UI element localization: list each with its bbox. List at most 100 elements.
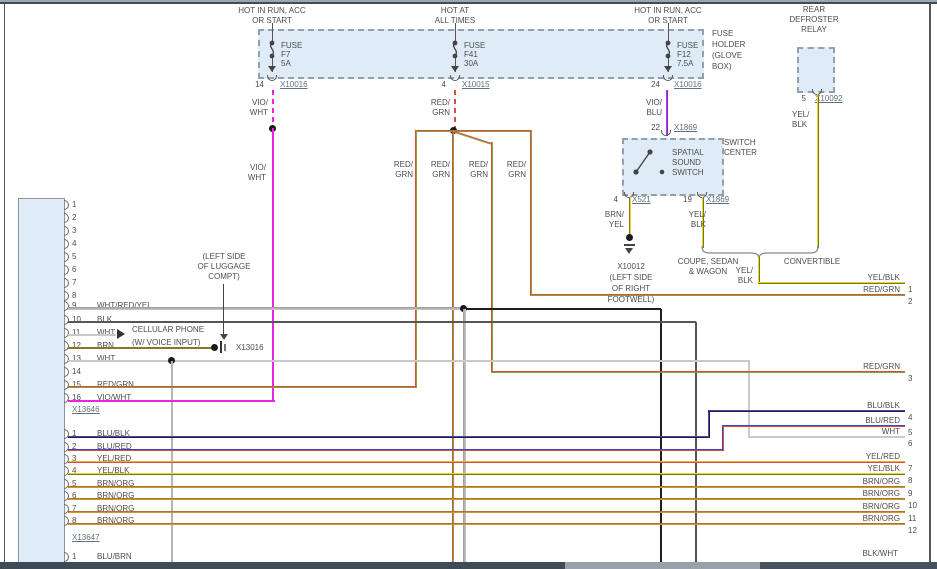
connector-ref: X13016 (236, 343, 264, 353)
wire-label-red-grn: RED/GRN (426, 160, 450, 180)
connector-ref: X10016 (280, 80, 308, 90)
wire-label-vio-wht: VIO/WHT (244, 98, 268, 118)
ground-icon (625, 248, 633, 254)
wire-red-grn-v3 (491, 142, 493, 373)
connector-ref: X13646 (72, 405, 100, 415)
wire-vio-wht-dashed (272, 90, 274, 130)
pin-cup-icon (450, 75, 460, 81)
ground-label: X10012(LEFT SIDEOF RIGHTFOOTWELL) (602, 261, 660, 305)
pin-cup-icon (661, 130, 671, 136)
wire-blu-blk (68, 436, 710, 438)
wire-label-yel-blk: YEL/BLK (682, 210, 706, 230)
wire-label-yel-blk: YEL/BLK (729, 266, 753, 286)
wire-red-grn-dashed (454, 90, 456, 130)
connector-ref: X10015 (462, 80, 490, 90)
wire-red-grn-v4 (530, 130, 532, 296)
wire-yel-red (68, 461, 905, 463)
wire-wht-red-yel (68, 307, 464, 310)
switch-symbol-icon (628, 145, 668, 179)
wire-blu-blk-pin4 (708, 410, 905, 412)
horizontal-scrollbar-track[interactable] (760, 562, 937, 569)
antenna-icon (211, 344, 218, 351)
wire-label-brn-yel: BRN/YEL (600, 210, 624, 230)
wire-vio-wht-pin16 (68, 400, 275, 402)
wire-label-red-grn: RED/GRN (464, 160, 488, 180)
fuse-symbol-icon (449, 40, 461, 60)
wire-blk-branch (463, 308, 661, 310)
relay-box (797, 47, 835, 93)
wire-yel-blk-pin1 (758, 282, 905, 284)
pin-cup-icon (267, 75, 277, 81)
ground-icon (624, 244, 635, 246)
switch-label: SPATIALSOUNDSWITCH (672, 148, 704, 178)
fuse-1-label: FUSEF75A (281, 41, 302, 68)
wire-blu-blk-up (708, 410, 710, 438)
fuse-holder-label: FUSEHOLDER(GLOVEBOX) (712, 28, 745, 72)
wire-red-grn-v1 (415, 130, 417, 388)
wire-label-red-grn: RED/GRN (502, 160, 526, 180)
pin-number: 22 (642, 123, 660, 133)
pin-number: 4 (604, 195, 618, 205)
wire-wht-pin6 (748, 436, 905, 438)
antenna-icon (224, 344, 226, 351)
arrow-down-icon (220, 334, 228, 340)
pin-number: 5 (794, 94, 806, 104)
connector-ref: X1869 (674, 123, 697, 133)
wire-brn-org (68, 486, 905, 488)
ground-icon (626, 234, 633, 241)
wire-brn-org (68, 523, 905, 525)
connector-ref: X521 (632, 195, 651, 205)
wire-yel-blk-relay (817, 94, 819, 248)
wire-label-red-grn: RED/GRN (426, 98, 450, 118)
window-right-border (929, 4, 931, 562)
wire-yel-blk-row (68, 473, 905, 475)
window-top-border (0, 2, 937, 4)
wire-label-red-grn: RED/GRN (389, 160, 413, 180)
wire-label-blk-wht: BLK/WHT (800, 549, 898, 559)
wire-red-grn-rail (415, 130, 532, 132)
pin-number: 24 (642, 80, 660, 90)
wire-blk-drop (695, 322, 697, 562)
connector-ref: X1869 (706, 195, 729, 205)
horizontal-scrollbar-thumb[interactable] (565, 562, 760, 569)
wire-label-vio-blu: VIO/BLU (638, 98, 662, 118)
wire-brn-org (68, 511, 905, 513)
antenna-icon (220, 341, 222, 353)
wire-red-grn-pin3 (491, 371, 905, 373)
wire-blu-red-pin5 (722, 425, 905, 427)
pin-number: 4 (430, 80, 446, 90)
window-left-border (4, 4, 5, 562)
switch-center-label: SWITCHCENTER (724, 138, 757, 158)
wire-blk (68, 321, 696, 323)
connector-block (18, 198, 65, 569)
wire-label-vio-wht: VIO/WHT (242, 163, 266, 183)
wire-wht-cellular (68, 334, 116, 336)
cellular-phone-label: CELLULAR PHONE (132, 325, 204, 335)
signal-arrow-icon (117, 329, 125, 339)
wire-brn (68, 347, 215, 349)
wire-blu-red (68, 449, 724, 451)
wire-red-grn-pin2 (530, 294, 905, 296)
fuse-2-label: FUSEF4130A (464, 41, 485, 68)
connector-ref: X10092 (815, 94, 843, 104)
wire-brn-org (68, 498, 905, 500)
wire-brn-yel (629, 197, 631, 237)
wire-red-grn-diagonal (454, 131, 491, 145)
wire-yel-blk-drop (758, 257, 760, 284)
fuse-3-label: FUSEF127.5A (677, 41, 698, 68)
relay-label: REARDEFROSTERRELAY (780, 5, 848, 35)
connector-ref: X13647 (72, 533, 100, 543)
pin-number: 19 (676, 195, 692, 205)
wire-red-grn-pin15 (68, 386, 415, 388)
fuse-symbol-icon (662, 40, 674, 60)
wire-blu-red-up (722, 425, 724, 451)
pointer-line (223, 284, 224, 335)
arrow-down-icon (451, 66, 459, 72)
pin-number: 14 (244, 80, 264, 90)
arrow-down-icon (664, 66, 672, 72)
arrow-down-icon (268, 66, 276, 72)
fuse-symbol-icon (266, 40, 278, 60)
wire-label-yel-blk: YEL/BLK (792, 110, 809, 130)
luggage-location-label: (LEFT SIDEOF LUGGAGECOMPT) (194, 252, 254, 282)
variant-label-convertible: CONVERTIBLE (777, 257, 847, 267)
